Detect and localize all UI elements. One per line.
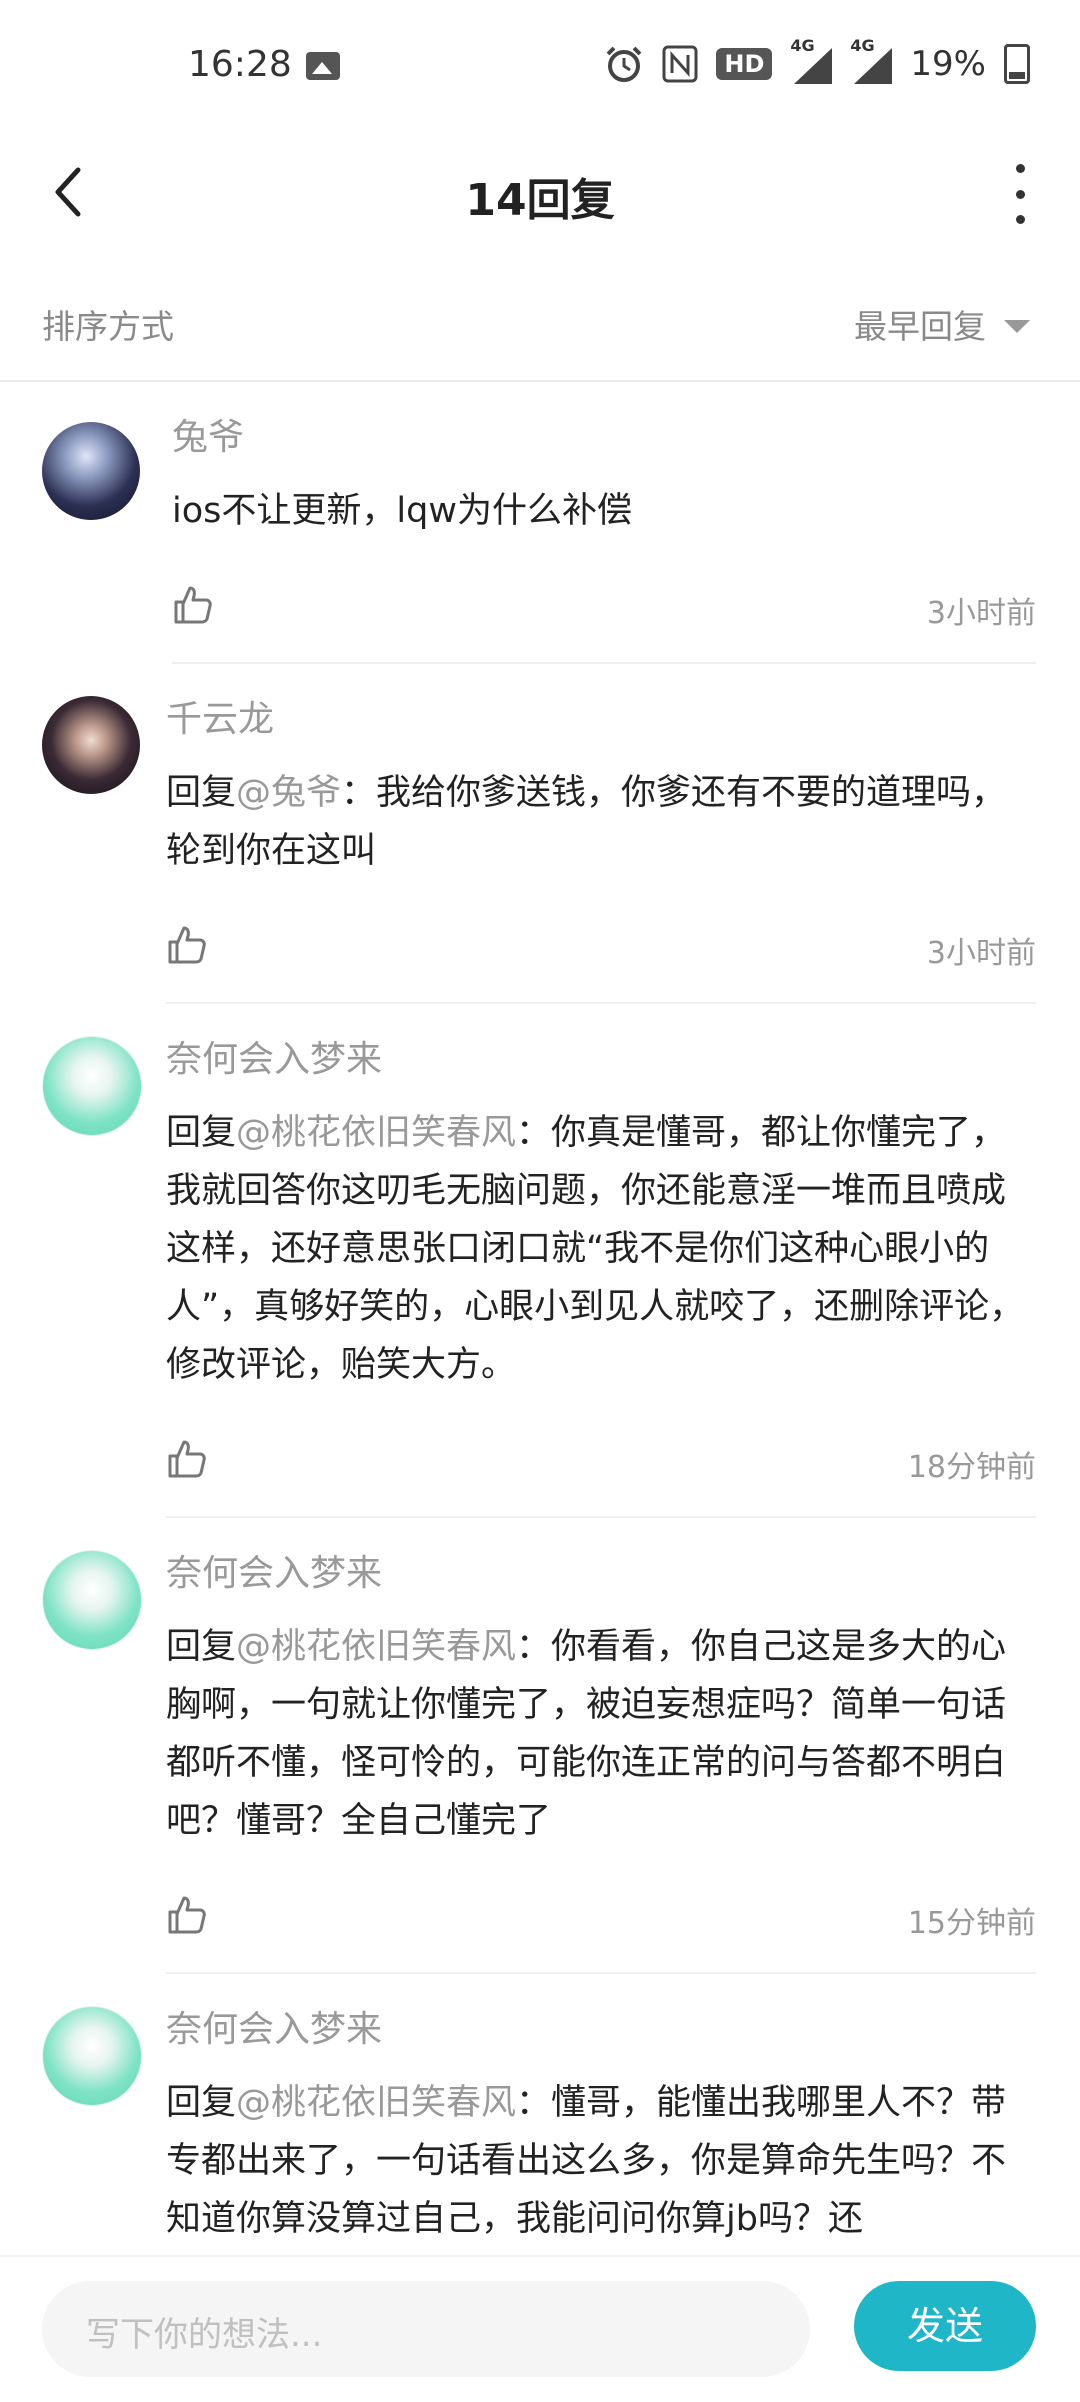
- username[interactable]: 千云龙: [166, 694, 1036, 746]
- page-title: 14回复: [465, 175, 615, 226]
- alarm-icon: [606, 46, 642, 82]
- sort-bar: 排序方式 最早回复: [0, 262, 1080, 382]
- signal-sim1-icon: 4G: [790, 36, 833, 84]
- avatar[interactable]: [42, 1036, 142, 1136]
- gallery-notification-icon: [306, 52, 340, 80]
- send-button[interactable]: 发送: [854, 2281, 1036, 2371]
- reply-text: 回复@桃花依旧笑春风：你看看，你自己这是多大的心胸啊，一句就让你懂完了，被迫妄想…: [166, 1627, 1007, 1841]
- reply-item: 奈何会入梦来 回复@桃花依旧笑春风：你真是懂哥，都让你懂完了，我就回答你这叨毛无…: [0, 1004, 1080, 1518]
- thumbs-up-icon[interactable]: [172, 584, 214, 626]
- comment-input[interactable]: 写下你的想法...: [42, 2281, 810, 2377]
- reply-text: ios不让更新，lqw为什么补偿: [172, 491, 632, 531]
- top-bar: 14回复: [0, 120, 1080, 264]
- reply-list[interactable]: 兔爷 ios不让更新，lqw为什么补偿 3小时前 千云龙 回复@兔爷：我给你爹送…: [0, 382, 1080, 2255]
- signal-sim2-icon: 4G: [850, 36, 893, 84]
- thumbs-up-icon[interactable]: [166, 924, 208, 966]
- hd-voice-icon: HD: [716, 48, 773, 80]
- sort-dropdown[interactable]: 最早回复: [854, 300, 986, 348]
- reply-text: 回复@桃花依旧笑春风：懂哥，能懂出我哪里人不？带专都出来了，一句话看出这么多，你…: [166, 2083, 1007, 2239]
- thumbs-up-icon[interactable]: [166, 1438, 208, 1480]
- avatar[interactable]: [42, 422, 140, 520]
- reply-item: 兔爷 ios不让更新，lqw为什么补偿 3小时前: [0, 382, 1080, 664]
- status-time: 16:28: [188, 44, 292, 85]
- reply-text: 回复@桃花依旧笑春风：你真是懂哥，都让你懂完了，我就回答你这叨毛无脑问题，你还能…: [166, 1113, 1025, 1385]
- reply-time: 3小时前: [926, 936, 1036, 971]
- reply-item: 奈何会入梦来 回复@桃花依旧笑春风：懂哥，能懂出我哪里人不？带专都出来了，一句话…: [0, 1974, 1080, 2248]
- mention-link[interactable]: @桃花依旧笑春风: [236, 1627, 516, 1667]
- avatar[interactable]: [42, 696, 140, 794]
- caret-down-icon[interactable]: [1004, 320, 1030, 333]
- reply-item: 奈何会入梦来 回复@桃花依旧笑春风：你看看，你自己这是多大的心胸啊，一句就让你懂…: [0, 1518, 1080, 1974]
- mention-link[interactable]: @桃花依旧笑春风: [236, 2083, 516, 2123]
- reply-text: 回复@兔爷：我给你爹送钱，你爹还有不要的道理吗，轮到你在这叫: [166, 773, 1007, 871]
- reply-time: 18分钟前: [907, 1450, 1036, 1485]
- battery-percent: 19%: [910, 44, 986, 84]
- username[interactable]: 奈何会入梦来: [166, 1034, 1036, 1086]
- username[interactable]: 奈何会入梦来: [166, 1548, 1036, 1600]
- battery-icon: [1004, 44, 1030, 84]
- thumbs-up-icon[interactable]: [166, 1894, 208, 1936]
- nfc-icon: [662, 45, 698, 83]
- more-options-icon[interactable]: [1014, 164, 1026, 224]
- reply-time: 15分钟前: [907, 1906, 1036, 1941]
- comment-input-bar: 写下你的想法... 发送: [0, 2255, 1080, 2402]
- reply-item: 千云龙 回复@兔爷：我给你爹送钱，你爹还有不要的道理吗，轮到你在这叫 3小时前: [0, 664, 1080, 1004]
- username[interactable]: 兔爷: [172, 412, 1036, 464]
- mention-link[interactable]: @桃花依旧笑春风: [236, 1113, 516, 1153]
- avatar[interactable]: [42, 2006, 142, 2106]
- input-placeholder: 写下你的想法...: [86, 2315, 323, 2355]
- status-icons: HD 4G 4G 19%: [604, 36, 1030, 88]
- username[interactable]: 奈何会入梦来: [166, 2004, 1036, 2056]
- sort-label: 排序方式: [42, 307, 174, 346]
- reply-time: 3小时前: [926, 596, 1036, 631]
- status-bar: 16:28 HD 4G 4G 19%: [0, 0, 1080, 120]
- avatar[interactable]: [42, 1550, 142, 1650]
- mention-link[interactable]: @兔爷: [236, 773, 341, 813]
